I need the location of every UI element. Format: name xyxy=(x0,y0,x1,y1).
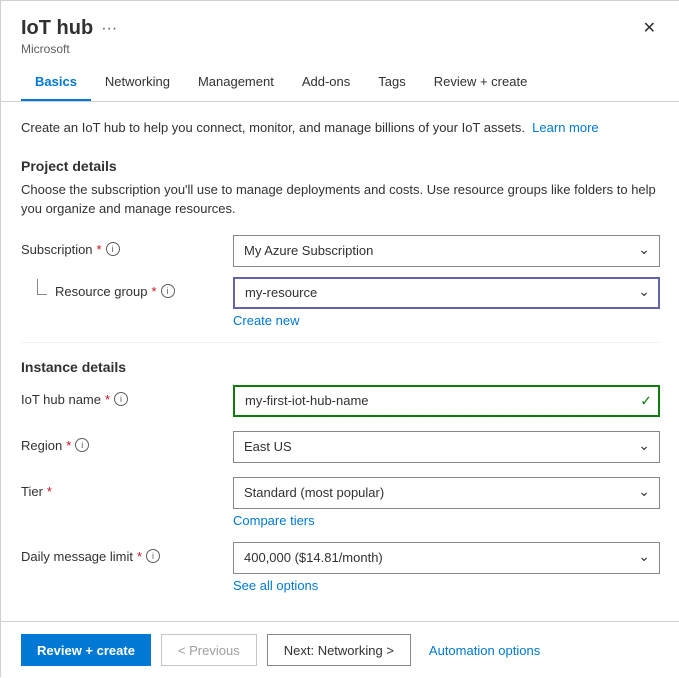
iot-hub-dialog: IoT hub ··· Microsoft ✕ Basics Networkin… xyxy=(1,1,679,678)
content-area: Create an IoT hub to help you connect, m… xyxy=(1,102,679,621)
resource-group-row: Resource group * i my-resource Create ne… xyxy=(21,277,660,328)
see-all-options-link[interactable]: See all options xyxy=(233,578,660,593)
project-details-desc: Choose the subscription you'll use to ma… xyxy=(21,180,660,219)
region-info-icon[interactable]: i xyxy=(75,438,89,452)
tier-label: Tier * xyxy=(21,477,221,499)
resource-group-required: * xyxy=(152,284,157,299)
region-row: Region * i East US xyxy=(21,431,660,463)
tab-management[interactable]: Management xyxy=(184,64,288,101)
dialog-subtitle: Microsoft xyxy=(21,42,639,56)
footer-bar: Review + create < Previous Next: Network… xyxy=(1,621,679,678)
learn-more-link[interactable]: Learn more xyxy=(532,120,598,135)
region-select[interactable]: East US xyxy=(233,431,660,463)
tabs-bar: Basics Networking Management Add-ons Tag… xyxy=(1,64,679,102)
region-label: Region * i xyxy=(21,431,221,453)
title-bar: IoT hub ··· Microsoft ✕ xyxy=(1,1,679,64)
tab-tags[interactable]: Tags xyxy=(364,64,419,101)
daily-message-control: 400,000 ($14.81/month) See all options xyxy=(233,542,660,593)
subscription-info-icon[interactable]: i xyxy=(106,242,120,256)
region-required: * xyxy=(66,438,71,453)
title-content: IoT hub ··· Microsoft xyxy=(21,17,639,56)
subscription-select[interactable]: My Azure Subscription xyxy=(233,235,660,267)
iot-hub-name-input[interactable] xyxy=(233,385,660,417)
subscription-label: Subscription * i xyxy=(21,235,221,257)
review-create-button[interactable]: Review + create xyxy=(21,634,151,666)
instance-details-title: Instance details xyxy=(21,359,660,375)
region-select-wrapper: East US xyxy=(233,431,660,463)
ellipsis-menu[interactable]: ··· xyxy=(101,20,117,38)
next-networking-button[interactable]: Next: Networking > xyxy=(267,634,411,666)
region-control: East US xyxy=(233,431,660,463)
resource-group-select-wrapper: my-resource xyxy=(233,277,660,309)
tab-networking[interactable]: Networking xyxy=(91,64,184,101)
daily-message-label: Daily message limit * i xyxy=(21,542,221,564)
tier-required: * xyxy=(47,484,52,499)
tier-row: Tier * Standard (most popular) Compare t… xyxy=(21,477,660,528)
valid-checkmark-icon: ✓ xyxy=(640,392,652,409)
create-new-link[interactable]: Create new xyxy=(233,313,660,328)
iot-hub-name-control: ✓ xyxy=(233,385,660,417)
resource-group-label: Resource group * i xyxy=(21,277,221,299)
iot-hub-name-input-wrapper: ✓ xyxy=(233,385,660,417)
project-details-title: Project details xyxy=(21,158,660,174)
iot-hub-name-required: * xyxy=(105,392,110,407)
tier-control: Standard (most popular) Compare tiers xyxy=(233,477,660,528)
subscription-required: * xyxy=(97,242,102,257)
page-description: Create an IoT hub to help you connect, m… xyxy=(21,118,660,138)
daily-message-select[interactable]: 400,000 ($14.81/month) xyxy=(233,542,660,574)
tier-select[interactable]: Standard (most popular) xyxy=(233,477,660,509)
tab-addons[interactable]: Add-ons xyxy=(288,64,364,101)
resource-group-control: my-resource Create new xyxy=(233,277,660,328)
instance-details-section: Instance details IoT hub name * i ✓ xyxy=(21,359,660,593)
daily-message-info-icon[interactable]: i xyxy=(146,549,160,563)
resource-group-select[interactable]: my-resource xyxy=(233,277,660,309)
tier-select-wrapper: Standard (most popular) xyxy=(233,477,660,509)
subscription-select-wrapper: My Azure Subscription xyxy=(233,235,660,267)
automation-options-button[interactable]: Automation options xyxy=(421,637,548,664)
subscription-row: Subscription * i My Azure Subscription xyxy=(21,235,660,267)
tab-basics[interactable]: Basics xyxy=(21,64,91,101)
iot-hub-name-row: IoT hub name * i ✓ xyxy=(21,385,660,417)
iot-hub-name-label: IoT hub name * i xyxy=(21,385,221,407)
compare-tiers-link[interactable]: Compare tiers xyxy=(233,513,660,528)
dialog-title: IoT hub xyxy=(21,17,93,40)
resource-group-info-icon[interactable]: i xyxy=(161,284,175,298)
project-details-section: Project details Choose the subscription … xyxy=(21,158,660,328)
section-divider-1 xyxy=(21,342,660,343)
subscription-control: My Azure Subscription xyxy=(233,235,660,267)
tab-review[interactable]: Review + create xyxy=(420,64,542,101)
title-main: IoT hub ··· xyxy=(21,17,639,40)
daily-message-row: Daily message limit * i 400,000 ($14.81/… xyxy=(21,542,660,593)
previous-button[interactable]: < Previous xyxy=(161,634,257,666)
iot-hub-name-info-icon[interactable]: i xyxy=(114,392,128,406)
daily-message-required: * xyxy=(137,549,142,564)
daily-message-select-wrapper: 400,000 ($14.81/month) xyxy=(233,542,660,574)
close-button[interactable]: ✕ xyxy=(639,17,660,41)
